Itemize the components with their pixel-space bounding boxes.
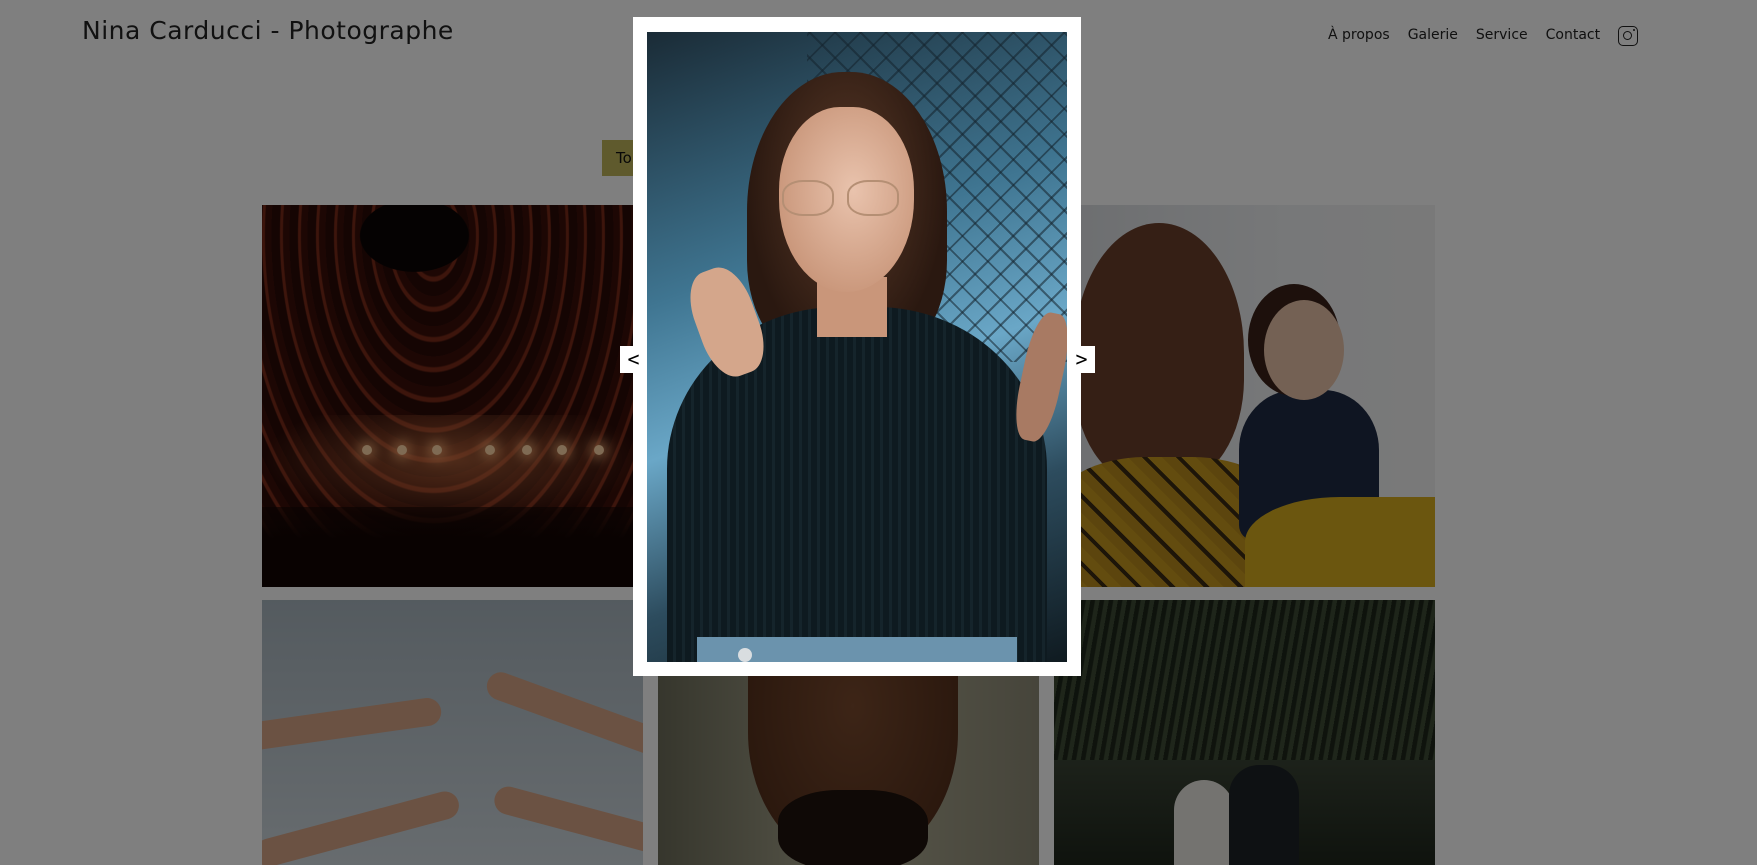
jeans-button <box>738 648 752 662</box>
lightbox-next-button[interactable]: > <box>1068 346 1095 373</box>
lightbox-image <box>647 32 1067 662</box>
glasses-lens-right <box>847 180 899 216</box>
lightbox-modal <box>633 17 1081 676</box>
lightbox-prev-button[interactable]: < <box>620 346 647 373</box>
glasses-lens-left <box>782 180 834 216</box>
